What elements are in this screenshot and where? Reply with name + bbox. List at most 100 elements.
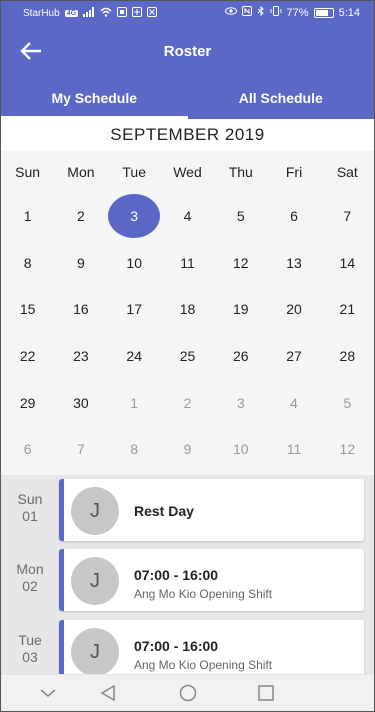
weekday-header: Sun Mon Tue Wed Thu Fri Sat xyxy=(1,151,374,193)
calendar-week: 6 7 8 9 10 11 12 xyxy=(1,426,374,473)
shift-time: 07:00 - 16:00 xyxy=(134,638,219,654)
shift-card[interactable]: J 07:00 - 16:00 Ang Mo Kio Opening Shift xyxy=(59,549,364,611)
shift-location: Ang Mo Kio Opening Shift xyxy=(134,658,273,672)
calendar-day-other-month[interactable]: 4 xyxy=(267,380,320,426)
calendar-day-other-month[interactable]: 1 xyxy=(108,380,161,426)
calendar-week: 8 9 10 11 12 13 14 xyxy=(1,240,374,287)
avatar: J xyxy=(71,628,119,675)
calendar-week: 22 23 24 25 26 27 28 xyxy=(1,333,374,380)
month-title: SEPTEMBER 2019 xyxy=(1,119,374,151)
notification-icon xyxy=(117,7,128,20)
calendar-day-other-month[interactable]: 10 xyxy=(214,426,267,472)
tab-all-schedule[interactable]: All Schedule xyxy=(188,77,375,119)
eye-icon xyxy=(224,7,237,18)
calendar-week: 15 16 17 18 19 20 21 xyxy=(1,286,374,333)
day-date: Mon 02 xyxy=(1,561,59,595)
app-bar: Roster xyxy=(1,25,374,77)
day-number: 03 xyxy=(22,649,38,665)
calendar-day[interactable]: 17 xyxy=(108,286,161,332)
day-date: Tue 03 xyxy=(1,632,59,666)
weekday-label: Tue xyxy=(122,164,146,180)
calendar-day[interactable]: 24 xyxy=(108,333,161,379)
nfc-icon xyxy=(241,6,252,19)
calendar-day[interactable]: 20 xyxy=(267,286,320,332)
list-item: Sun 01 J Rest Day xyxy=(1,475,374,541)
calendar-day[interactable]: 15 xyxy=(1,286,54,332)
shift-card[interactable]: J 07:00 - 16:00 Ang Mo Kio Opening Shift xyxy=(59,620,364,675)
calendar-day-other-month[interactable]: 6 xyxy=(1,426,54,472)
calendar-day[interactable]: 23 xyxy=(54,333,107,379)
tab-label: All Schedule xyxy=(238,90,323,106)
home-circle-icon[interactable] xyxy=(177,684,199,702)
calendar-day-other-month[interactable]: 5 xyxy=(321,380,374,426)
weekday-label: Thu xyxy=(228,164,253,180)
month-calendar: SEPTEMBER 2019 Sun Mon Tue Wed Thu Fri S… xyxy=(1,119,374,475)
weekday-label: Wed xyxy=(173,164,202,180)
calendar-day-other-month[interactable]: 11 xyxy=(267,426,320,472)
calendar-day-other-month[interactable]: 3 xyxy=(214,380,267,426)
day-name: Mon xyxy=(16,561,44,577)
calendar-day-other-month[interactable]: 2 xyxy=(161,380,214,426)
calendar-day[interactable]: 18 xyxy=(161,286,214,332)
system-nav-bar xyxy=(1,674,374,711)
battery-percent: 77% xyxy=(286,6,309,19)
calendar-day-other-month[interactable]: 9 xyxy=(161,426,214,472)
day-date: Sun 01 xyxy=(1,491,59,525)
weekday-label: Sat xyxy=(336,164,358,180)
calendar-day[interactable]: 12 xyxy=(214,240,267,286)
calendar-day-other-month[interactable]: 12 xyxy=(321,426,374,472)
calendar-day-other-month[interactable]: 7 xyxy=(54,426,107,472)
calendar-day[interactable]: 8 xyxy=(1,240,54,286)
tab-label: My Schedule xyxy=(51,90,138,106)
calendar-day[interactable]: 4 xyxy=(161,193,214,239)
calendar-day-other-month[interactable]: 8 xyxy=(108,426,161,472)
calendar-day[interactable]: 7 xyxy=(321,193,374,239)
day-name: Sun xyxy=(17,491,43,507)
calendar-day[interactable]: 1 xyxy=(1,193,54,239)
calendar-day[interactable]: 21 xyxy=(321,286,374,332)
calendar-day[interactable]: 11 xyxy=(161,240,214,286)
calendar-day[interactable]: 13 xyxy=(267,240,320,286)
calendar-day[interactable]: 9 xyxy=(54,240,107,286)
clock: 5:14 xyxy=(338,6,360,19)
calendar-day[interactable]: 5 xyxy=(214,193,267,239)
calendar-day[interactable]: 22 xyxy=(1,333,54,379)
calendar-day[interactable]: 26 xyxy=(214,333,267,379)
calendar-day[interactable]: 27 xyxy=(267,333,320,379)
calendar-day[interactable]: 28 xyxy=(321,333,374,379)
calendar-day[interactable]: 16 xyxy=(54,286,107,332)
calendar-day[interactable]: 25 xyxy=(161,333,214,379)
wifi-icon xyxy=(100,7,112,20)
schedule-list: Sun 01 J Rest Day Mon 02 J 07:00 - 16:00… xyxy=(1,475,374,675)
calendar-day-selected[interactable]: 3 xyxy=(108,193,161,239)
network-badge: 4G xyxy=(64,10,79,17)
calendar-day[interactable]: 2 xyxy=(54,193,107,239)
list-item: Mon 02 J 07:00 - 16:00 Ang Mo Kio Openin… xyxy=(1,545,374,611)
weekday-label: Mon xyxy=(67,164,95,180)
calendar-day[interactable]: 29 xyxy=(1,380,54,426)
shift-card[interactable]: J Rest Day xyxy=(59,479,364,541)
tab-my-schedule[interactable]: My Schedule xyxy=(1,77,188,119)
tab-bar: My Schedule All Schedule xyxy=(1,77,374,119)
notification-icon-3 xyxy=(147,7,158,20)
day-number: 01 xyxy=(22,508,38,524)
day-name: Tue xyxy=(18,632,42,648)
carrier-name: StarHub xyxy=(23,8,60,19)
calendar-day[interactable]: 14 xyxy=(321,240,374,286)
calendar-day[interactable]: 10 xyxy=(108,240,161,286)
vibrate-icon xyxy=(270,6,282,19)
avatar: J xyxy=(71,487,119,535)
calendar-day[interactable]: 6 xyxy=(267,193,320,239)
bluetooth-icon xyxy=(257,5,265,19)
battery-icon xyxy=(313,7,334,18)
signal-icon xyxy=(83,7,95,20)
recents-square-icon[interactable] xyxy=(255,684,277,702)
page-title: Roster xyxy=(163,43,212,60)
avatar: J xyxy=(71,557,119,605)
calendar-day[interactable]: 19 xyxy=(214,286,267,332)
status-bar: StarHub 4G 77% 5:14 xyxy=(1,1,374,25)
phone-screen: StarHub 4G 77% 5:14 Roster My Schedule A… xyxy=(0,0,375,712)
chevron-down-icon[interactable] xyxy=(37,684,59,702)
calendar-day[interactable]: 30 xyxy=(54,380,107,426)
back-triangle-icon[interactable] xyxy=(98,684,120,702)
